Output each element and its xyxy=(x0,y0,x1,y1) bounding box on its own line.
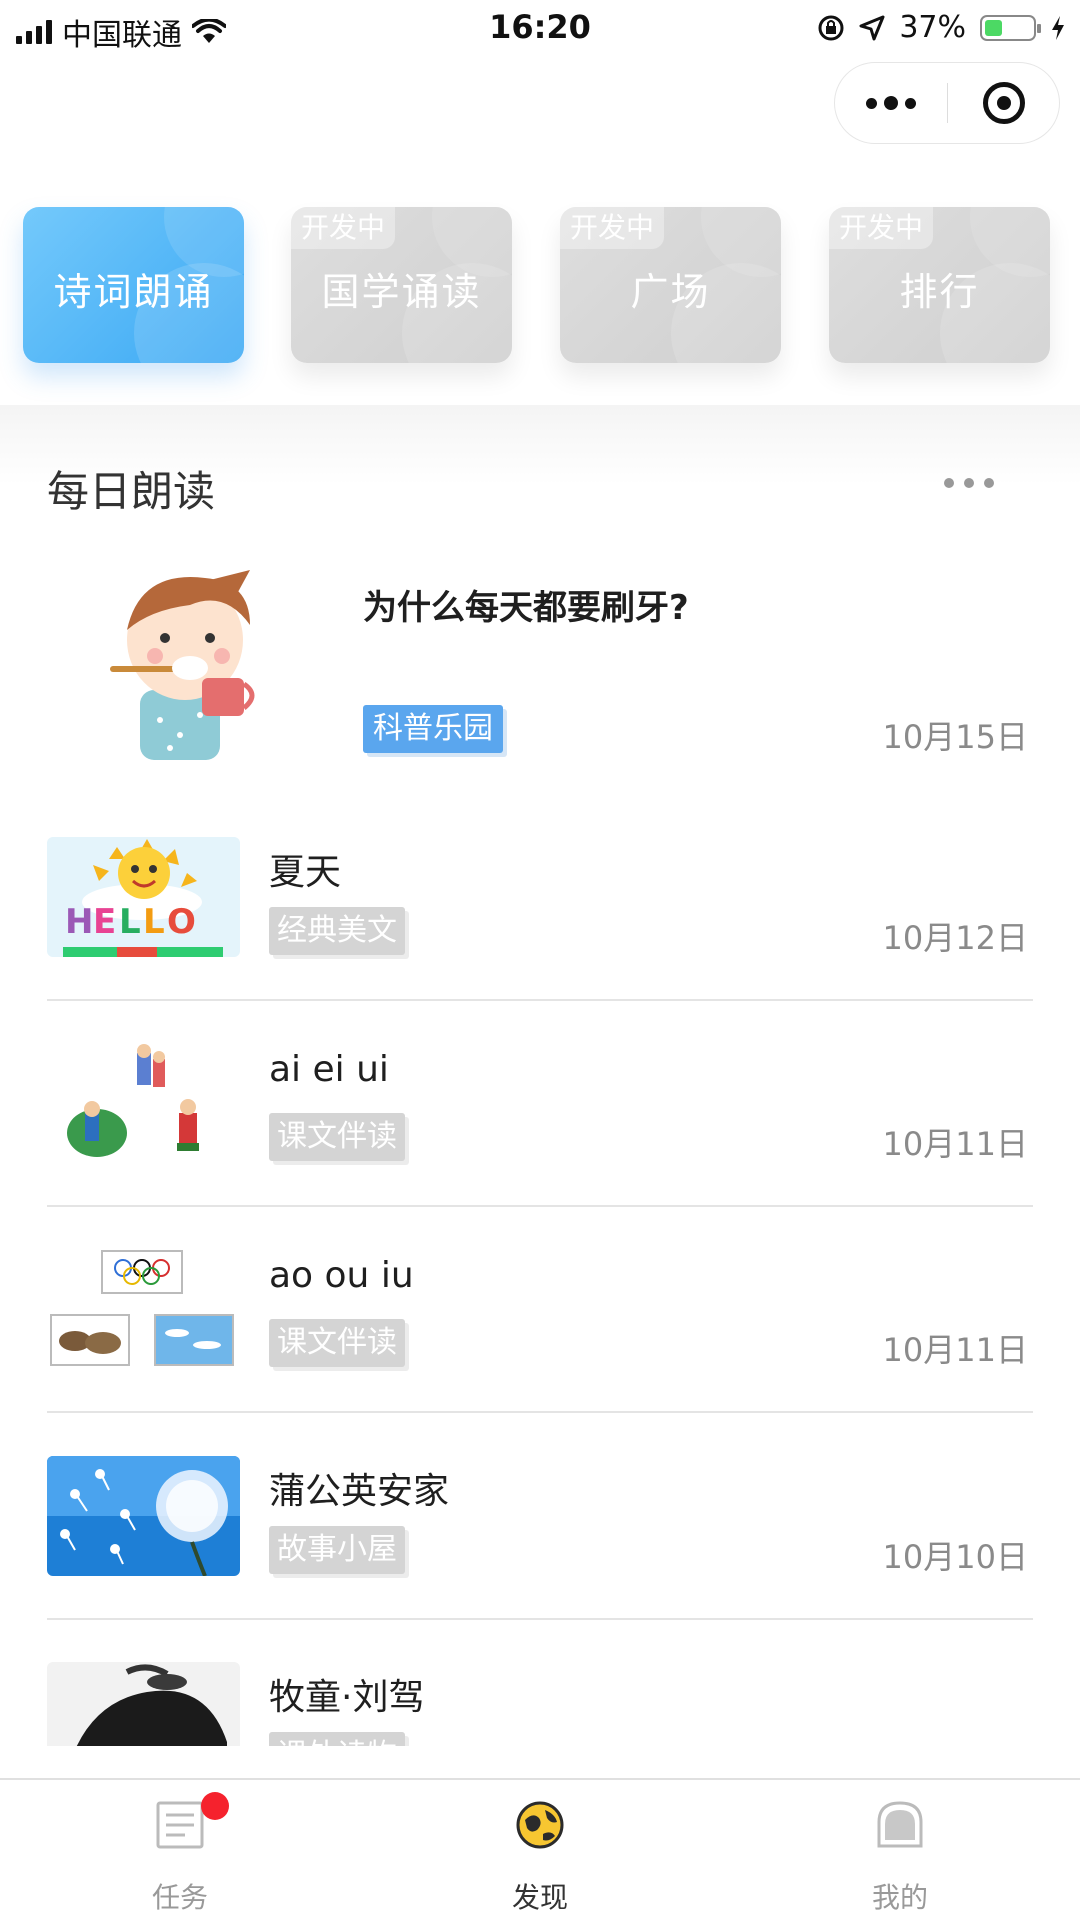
list-thumbnail: H E L L O xyxy=(47,837,240,957)
category-label: 诗词朗诵 xyxy=(53,270,214,314)
bottom-tab-bar: 任务 发现 我的 xyxy=(0,1778,1080,1920)
category-cards: 诗词朗诵 开发中 国学诵读 开发中 广场 开发中 排行 xyxy=(0,207,1080,363)
more-dots-icon[interactable] xyxy=(835,63,947,143)
svg-text:E: E xyxy=(93,902,116,942)
list-item[interactable]: ao ou iu 课文伴读 10月11日 xyxy=(0,1249,1080,1455)
list-item[interactable]: ai ei ui 课文伴读 10月11日 xyxy=(0,1043,1080,1249)
list-item-tag: 课文伴读 xyxy=(269,1319,405,1367)
list-item-title: ao ou iu xyxy=(269,1255,414,1296)
list-item-title: 牧童·刘驾 xyxy=(269,1677,425,1718)
list-thumbnail xyxy=(47,1249,240,1369)
category-label: 排行 xyxy=(899,270,980,314)
dev-tag: 开发中 xyxy=(829,207,934,249)
svg-text:H: H xyxy=(65,902,93,942)
discover-globe-icon xyxy=(516,1801,564,1849)
list-item-tag: 经典美文 xyxy=(269,907,405,955)
list-thumbnail xyxy=(47,1456,240,1576)
svg-text:L: L xyxy=(119,902,141,942)
list-item[interactable]: H E L L O 夏天 经典美文 10月12日 xyxy=(0,837,1080,1043)
row-separator xyxy=(47,999,1033,1001)
list-item-title: 蒲公英安家 xyxy=(269,1471,450,1512)
tab-discover[interactable]: 发现 xyxy=(440,1796,640,1916)
list-thumbnail xyxy=(47,1662,240,1746)
rotation-lock-icon xyxy=(818,15,844,40)
list-item-date: 10月12日 xyxy=(882,919,1028,957)
battery-percent: 37% xyxy=(899,10,966,45)
row-separator xyxy=(47,1411,1033,1413)
category-card-square[interactable]: 开发中 广场 xyxy=(560,207,781,363)
notification-badge xyxy=(201,1792,229,1820)
list-item-tag: 课文伴读 xyxy=(269,1113,405,1161)
list-item[interactable]: 蒲公英安家 故事小屋 10月10日 xyxy=(0,1456,1080,1662)
category-card-ranking[interactable]: 开发中 排行 xyxy=(829,207,1050,363)
tab-label: 发现 xyxy=(511,1881,568,1914)
list-item-date: 10月9日 xyxy=(903,1738,1028,1746)
featured-tag: 科普乐园 xyxy=(363,705,503,753)
dev-tag: 开发中 xyxy=(291,207,396,249)
location-arrow-icon xyxy=(859,15,885,40)
row-separator xyxy=(47,1618,1033,1620)
category-label: 国学诵读 xyxy=(321,270,482,314)
charging-icon xyxy=(1052,15,1064,40)
list-item-date: 10月11日 xyxy=(882,1125,1028,1163)
featured-date: 10月15日 xyxy=(882,718,1028,756)
battery-icon xyxy=(980,14,1041,41)
dev-tag: 开发中 xyxy=(560,207,665,249)
capsule-divider xyxy=(947,83,948,123)
row-separator xyxy=(47,1205,1033,1207)
tab-mine[interactable]: 我的 xyxy=(800,1796,1000,1916)
list-item[interactable]: 牧童·刘驾 课外读物 10月9日 xyxy=(0,1662,1080,1746)
list-item-title: 夏天 xyxy=(269,852,342,893)
list-item-date: 10月11日 xyxy=(882,1331,1028,1369)
category-label: 广场 xyxy=(630,270,711,314)
section-title: 每日朗读 xyxy=(47,467,216,516)
status-bar: 中国联通 16:20 37% xyxy=(0,0,1080,56)
section-more-icon[interactable] xyxy=(944,478,994,488)
list-item-date: 10月10日 xyxy=(882,1538,1028,1576)
list-item-title: ai ei ui xyxy=(269,1049,389,1090)
category-card-poetry[interactable]: 诗词朗诵 xyxy=(23,207,244,363)
list-item-tag: 故事小屋 xyxy=(269,1526,405,1574)
tab-label: 我的 xyxy=(871,1881,928,1914)
target-icon[interactable] xyxy=(983,82,1025,124)
svg-text:O: O xyxy=(167,902,196,942)
status-right: 37% xyxy=(817,10,1066,45)
tab-task[interactable]: 任务 xyxy=(80,1792,280,1916)
profile-icon xyxy=(877,1801,923,1848)
tab-label: 任务 xyxy=(151,1881,208,1914)
miniprogram-capsule xyxy=(834,62,1060,144)
list-item-tag: 课外读物 xyxy=(269,1732,405,1746)
category-card-guoxue[interactable]: 开发中 国学诵读 xyxy=(291,207,512,363)
svg-text:L: L xyxy=(143,902,165,942)
featured-item[interactable]: 为什么每天都要刷牙? 科普乐园 10月15日 xyxy=(0,560,1080,770)
task-icon xyxy=(156,1801,204,1849)
featured-thumbnail xyxy=(110,570,255,760)
list-thumbnail xyxy=(47,1043,240,1163)
featured-title: 为什么每天都要刷牙? xyxy=(363,588,689,628)
